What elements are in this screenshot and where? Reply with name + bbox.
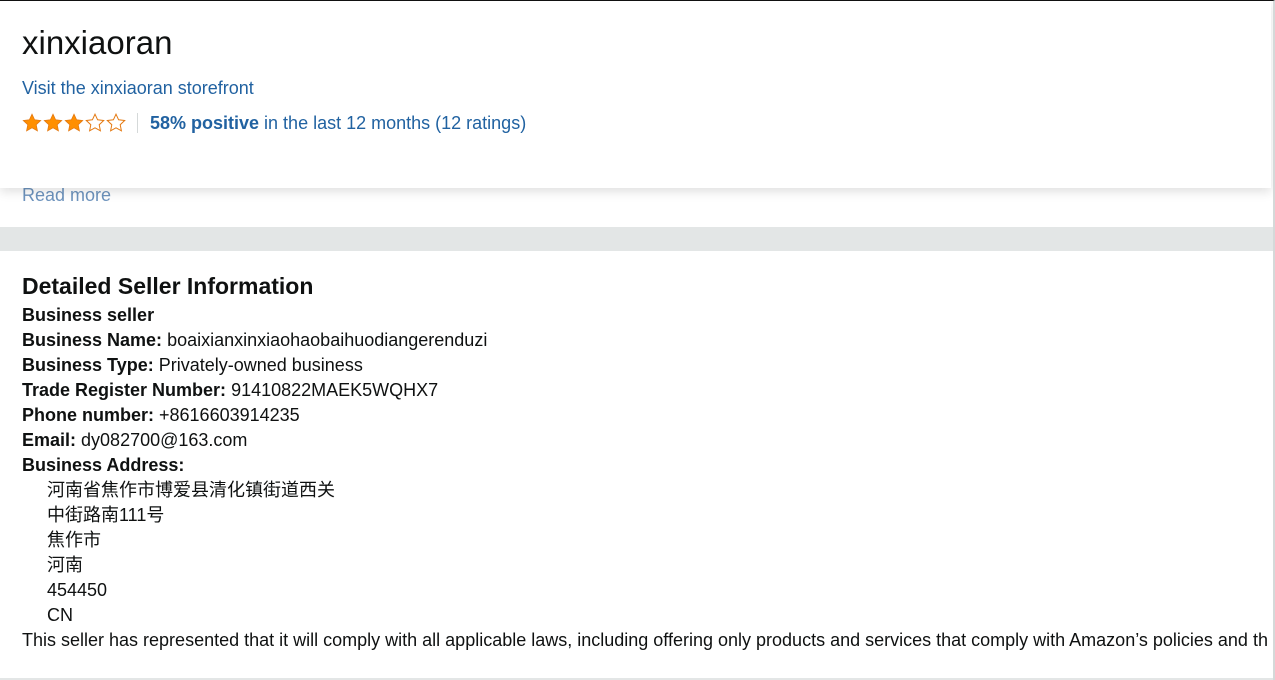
email-row: Email: dy082700@163.com — [22, 428, 1273, 453]
star-rating — [22, 113, 126, 133]
business-name-label: Business Name: — [22, 330, 163, 350]
rating-summary-link[interactable]: 58% positive in the last 12 months (12 r… — [150, 112, 526, 134]
section-title: Detailed Seller Information — [22, 273, 314, 299]
address-line: 454450 — [47, 580, 108, 600]
storefront-link[interactable]: Visit the xinxiaoran storefront — [22, 77, 254, 99]
business-address-row: Business Address: — [22, 453, 1273, 478]
section-separator — [0, 227, 1273, 251]
address-line: CN — [47, 605, 73, 625]
business-address-label: Business Address: — [22, 455, 185, 475]
star-filled-icon — [43, 113, 63, 132]
phone-row: Phone number: +8616603914235 — [22, 403, 1273, 428]
seller-header: xinxiaoran Visit the xinxiaoran storefro… — [0, 1, 1271, 188]
business-type-label: Business Type: — [22, 355, 154, 375]
detailed-seller-information: Detailed Seller Information Business sel… — [22, 269, 1273, 653]
trade-register-value: 91410822MAEK5WQHX7 — [226, 380, 439, 400]
seller-profile-page: xinxiaoran Visit the xinxiaoran storefro… — [0, 0, 1275, 680]
email-label: Email: — [22, 430, 77, 450]
business-type-row: Business Type: Privately-owned business — [22, 353, 1273, 378]
star-empty-icon — [85, 113, 105, 132]
business-name-value: boaixianxinxiaohaobaihuodiangerenduzi — [162, 330, 488, 350]
business-type-value: Privately-owned business — [153, 355, 363, 375]
address-line: 河南省焦作市博爱县清化镇街道西关 — [47, 480, 335, 500]
star-empty-icon — [106, 113, 126, 132]
positive-percentage: 58% positive — [150, 113, 260, 133]
rating-divider — [137, 113, 138, 133]
address-line: 河南 — [47, 555, 83, 575]
address-line: 中街路南111号 — [47, 505, 165, 525]
business-name-row: Business Name: boaixianxinxiaohaobaihuod… — [22, 328, 1273, 353]
star-filled-icon — [64, 113, 84, 132]
trade-register-row: Trade Register Number: 91410822MAEK5WQHX… — [22, 378, 1273, 403]
address-line: 焦作市 — [47, 530, 101, 550]
star-filled-icon — [22, 113, 42, 132]
phone-label: Phone number: — [22, 405, 155, 425]
compliance-statement: This seller has represented that it will… — [22, 630, 1268, 650]
rating-period: in the last 12 months (12 ratings) — [259, 113, 527, 133]
trade-register-label: Trade Register Number: — [22, 380, 227, 400]
seller-name: xinxiaoran — [22, 24, 173, 61]
business-seller-label: Business seller — [22, 305, 155, 325]
phone-value: +8616603914235 — [154, 405, 300, 425]
email-value: dy082700@163.com — [76, 430, 248, 450]
seller-rating: 58% positive in the last 12 months (12 r… — [22, 111, 526, 135]
